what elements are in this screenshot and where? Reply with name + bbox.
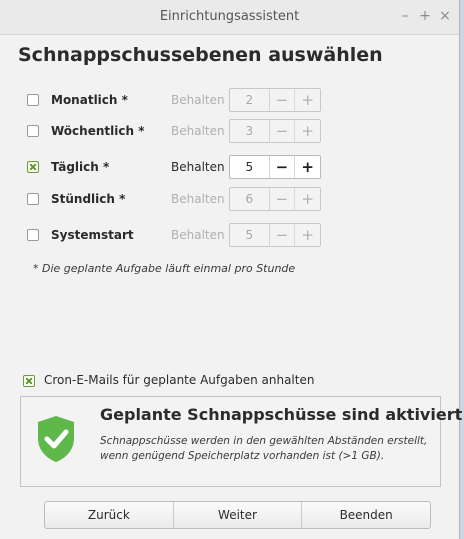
window-title: Einrichtungsassistent — [159, 9, 300, 24]
cron-mail-checkbox[interactable] — [23, 375, 35, 387]
decrement-button[interactable]: − — [270, 120, 296, 142]
keep-label: Behalten — [171, 192, 225, 206]
weekly-keep-stepper: 3 − + — [229, 119, 321, 143]
decrement-button[interactable]: − — [270, 188, 296, 210]
stepper-value[interactable]: 5 — [230, 156, 270, 178]
increment-button[interactable]: + — [295, 89, 320, 111]
stepper-value[interactable]: 6 — [230, 188, 270, 210]
back-button[interactable]: Zurück — [45, 502, 174, 528]
increment-button[interactable]: + — [295, 156, 320, 178]
keep-label: Behalten — [171, 124, 225, 138]
level-row-monthly: Monatlich * Behalten 2 − + — [27, 88, 327, 114]
monthly-checkbox[interactable] — [27, 94, 39, 106]
shield-check-icon — [38, 416, 74, 462]
hourly-checkbox[interactable] — [27, 193, 39, 205]
level-row-daily: Täglich * Behalten 5 − + — [27, 155, 327, 181]
schedule-note: * Die geplante Aufgabe läuft einmal pro … — [33, 262, 296, 275]
daily-keep-stepper: 5 − + — [229, 155, 321, 179]
maximize-button[interactable]: + — [418, 8, 432, 24]
level-label: Wöchentlich * — [51, 124, 145, 138]
keep-label: Behalten — [171, 93, 225, 107]
status-text: Schnappschüsse werden in den gewählten A… — [100, 435, 428, 462]
stepper-value[interactable]: 3 — [230, 120, 270, 142]
level-row-weekly: Wöchentlich * Behalten 3 − + — [27, 119, 327, 145]
decrement-button[interactable]: − — [270, 89, 296, 111]
page-title: Schnappschussebenen auswählen — [18, 44, 383, 66]
level-label: Stündlich * — [51, 192, 126, 206]
daily-checkbox[interactable] — [27, 161, 39, 173]
level-label: Täglich * — [51, 160, 110, 174]
setup-wizard-window: Einrichtungsassistent – + × Schnappschus… — [0, 0, 462, 539]
close-button[interactable]: × — [438, 8, 452, 24]
level-row-boot: Systemstart Behalten 5 − + — [27, 223, 327, 249]
increment-button[interactable]: + — [295, 120, 320, 142]
monthly-keep-stepper: 2 − + — [229, 88, 321, 112]
next-button[interactable]: Weiter — [174, 502, 303, 528]
level-label: Monatlich * — [51, 93, 128, 107]
weekly-checkbox[interactable] — [27, 125, 39, 137]
cron-mail-label: Cron-E-Mails für geplante Aufgaben anhal… — [44, 373, 315, 387]
keep-label: Behalten — [171, 228, 225, 242]
hourly-keep-stepper: 6 − + — [229, 187, 321, 211]
minimize-button[interactable]: – — [398, 8, 412, 24]
status-title: Geplante Schnappschüsse sind aktiviert — [100, 405, 463, 424]
stepper-value[interactable]: 2 — [230, 89, 270, 111]
navigation-buttons: Zurück Weiter Beenden — [44, 501, 431, 529]
titlebar: Einrichtungsassistent – + × — [0, 0, 459, 35]
boot-checkbox[interactable] — [27, 229, 39, 241]
stepper-value[interactable]: 5 — [230, 224, 270, 246]
level-row-hourly: Stündlich * Behalten 6 − + — [27, 187, 327, 213]
decrement-button[interactable]: − — [270, 224, 296, 246]
increment-button[interactable]: + — [295, 224, 320, 246]
keep-label: Behalten — [171, 160, 225, 174]
status-panel: Geplante Schnappschüsse sind aktiviert S… — [20, 396, 462, 487]
boot-keep-stepper: 5 − + — [229, 223, 321, 247]
decrement-button[interactable]: − — [270, 156, 296, 178]
level-label: Systemstart — [51, 228, 134, 242]
increment-button[interactable]: + — [295, 188, 320, 210]
finish-button[interactable]: Beenden — [302, 502, 430, 528]
